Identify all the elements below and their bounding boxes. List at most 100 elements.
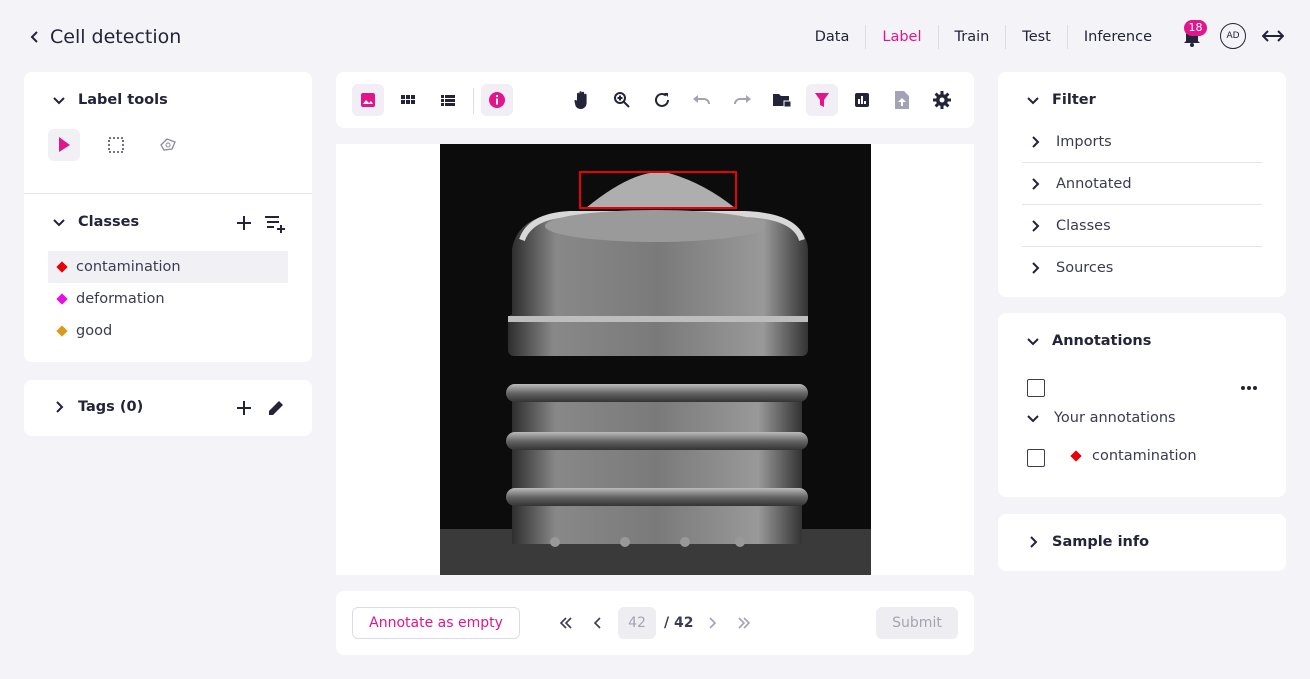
- chevron-left-icon: [30, 31, 38, 43]
- redo-icon: [734, 95, 751, 105]
- filter-item-label: Classes: [1056, 217, 1111, 234]
- prev-page-button[interactable]: [588, 607, 608, 639]
- filter-item-sources[interactable]: Sources: [1022, 247, 1262, 289]
- class-item-deformation[interactable]: deformation: [48, 283, 288, 315]
- chevron-right-icon: [1032, 219, 1040, 232]
- pan-button[interactable]: [566, 84, 598, 116]
- chart-button[interactable]: [846, 84, 878, 116]
- chart-icon: [855, 93, 869, 107]
- tags-header[interactable]: Tags (0): [52, 399, 143, 415]
- next-page-button[interactable]: [702, 607, 722, 639]
- upload-file-icon: [895, 91, 909, 109]
- hand-pan-icon: [574, 91, 587, 109]
- chevron-right-icon: [1032, 135, 1040, 148]
- your-annotations-group[interactable]: Your annotations: [1026, 410, 1176, 426]
- tab-train[interactable]: Train: [937, 25, 1006, 49]
- chevron-right-icon: [1032, 262, 1040, 274]
- main-nav: Data Label Train Test Inference: [799, 24, 1168, 50]
- filter-item-annotated[interactable]: Annotated: [1022, 163, 1262, 205]
- page-total: / 42: [664, 615, 694, 631]
- sample-image[interactable]: [440, 144, 871, 575]
- grid-view-icon: [401, 95, 415, 104]
- filter-item-classes[interactable]: Classes: [1022, 205, 1262, 247]
- rectangle-select-icon: [108, 137, 124, 153]
- tab-test[interactable]: Test: [1005, 25, 1067, 49]
- more-options-icon[interactable]: [1240, 385, 1258, 391]
- sample-info-panel: Sample info: [998, 514, 1286, 571]
- grid-view-button[interactable]: [392, 84, 424, 116]
- chevron-right-icon: [1032, 177, 1040, 190]
- image-view-icon: [361, 93, 375, 107]
- polygon-select-icon: [160, 138, 176, 151]
- tab-inference[interactable]: Inference: [1066, 25, 1168, 49]
- settings-button[interactable]: [926, 84, 958, 116]
- classes-header[interactable]: Classes: [52, 214, 139, 230]
- tab-label[interactable]: Label: [865, 25, 937, 49]
- notification-badge: 18: [1184, 20, 1207, 36]
- image-view-button[interactable]: [352, 84, 384, 116]
- class-label: deformation: [76, 291, 165, 307]
- annotate-as-empty-button[interactable]: Annotate as empty: [352, 607, 520, 639]
- chevron-left-icon: [593, 617, 601, 629]
- last-page-button[interactable]: [734, 607, 754, 639]
- divider: [24, 193, 312, 194]
- annotation-item-contamination[interactable]: contamination: [1070, 448, 1197, 464]
- zoom-button[interactable]: [606, 84, 638, 116]
- manage-classes-icon[interactable]: [265, 213, 287, 233]
- expand-arrows-icon[interactable]: [1262, 26, 1284, 46]
- sample-info-title: Sample info: [1052, 534, 1150, 550]
- chevron-down-icon: [1027, 415, 1039, 423]
- chevron-down-icon: [1027, 97, 1039, 105]
- polygon-tool[interactable]: [152, 129, 184, 161]
- class-label: good: [76, 323, 113, 339]
- annotation-checkbox[interactable]: [1027, 449, 1045, 467]
- first-page-button[interactable]: [556, 607, 576, 639]
- tab-data[interactable]: Data: [799, 25, 866, 49]
- annotation-label: contamination: [1092, 448, 1197, 464]
- pagination-bar: Annotate as empty / 42 Submit: [336, 591, 974, 655]
- chevron-right-icon: [709, 617, 717, 629]
- reset-button[interactable]: [646, 84, 678, 116]
- filter-item-label: Sources: [1056, 260, 1114, 276]
- info-icon: [489, 92, 505, 108]
- annotations-title: Annotations: [1052, 333, 1152, 349]
- label-tools-panel: Label tools Classes contamination deform…: [24, 72, 312, 362]
- label-tools-title: Label tools: [78, 92, 168, 108]
- class-color-marker: [56, 261, 68, 273]
- back-button[interactable]: Cell detection: [28, 24, 181, 50]
- undo-button[interactable]: [686, 84, 718, 116]
- edit-pencil-icon[interactable]: [266, 398, 286, 418]
- annotation-canvas[interactable]: [336, 144, 974, 575]
- class-item-good[interactable]: good: [48, 315, 288, 347]
- sample-info-header[interactable]: Sample info: [1026, 534, 1149, 550]
- list-view-button[interactable]: [432, 84, 464, 116]
- info-button[interactable]: [481, 84, 513, 116]
- class-item-contamination[interactable]: contamination: [48, 251, 288, 283]
- tags-title: Tags (0): [78, 399, 144, 415]
- rectangle-tool[interactable]: [100, 129, 132, 161]
- folder-lock-button[interactable]: [766, 84, 798, 116]
- undo-icon: [693, 95, 710, 105]
- filter-button[interactable]: [806, 84, 838, 116]
- pointer-tool[interactable]: [48, 129, 80, 161]
- class-color-marker: [56, 325, 68, 337]
- filter-item-imports[interactable]: Imports: [1022, 121, 1262, 163]
- filter-item-label: Annotated: [1056, 175, 1132, 192]
- label-tools-header[interactable]: Label tools: [52, 92, 168, 108]
- select-all-checkbox[interactable]: [1027, 379, 1045, 397]
- filter-icon: [815, 93, 829, 107]
- page-number-input[interactable]: [618, 607, 656, 639]
- upload-button[interactable]: [886, 84, 918, 116]
- add-class-icon[interactable]: [235, 214, 253, 232]
- class-color-marker: [56, 293, 68, 305]
- annotations-header[interactable]: Annotations: [1026, 333, 1151, 349]
- filter-title: Filter: [1052, 92, 1096, 108]
- redo-button[interactable]: [726, 84, 758, 116]
- submit-button[interactable]: Submit: [876, 607, 958, 639]
- zoom-icon: [614, 92, 630, 108]
- toolbar-divider: [473, 88, 474, 114]
- avatar[interactable]: AD: [1220, 23, 1246, 49]
- add-tag-icon[interactable]: [235, 399, 253, 417]
- chevron-right-icon: [1030, 536, 1038, 548]
- filter-header[interactable]: Filter: [1026, 92, 1096, 108]
